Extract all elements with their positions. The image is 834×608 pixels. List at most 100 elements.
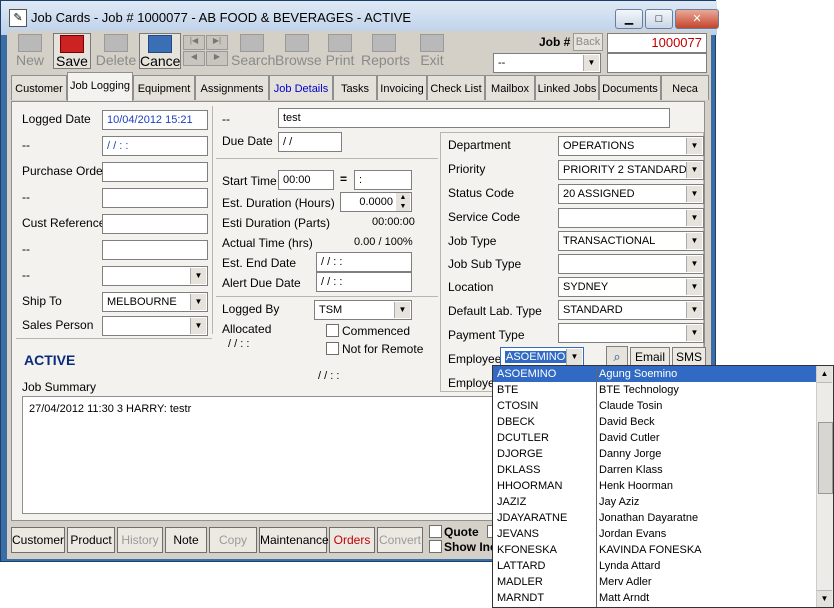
employee-option[interactable]: DKLASS Darren Klass — [493, 462, 817, 478]
close-button[interactable]: ✕ — [675, 9, 719, 29]
save-button[interactable]: Save — [53, 33, 91, 69]
employee-dropdown-list[interactable]: ASOEMINO Agung Soemino BTE BTE Technology CT… — [492, 365, 834, 608]
logged-date-label: Logged Date — [22, 112, 91, 126]
priority-select[interactable]: PRIORITY 2 STANDARD ▼ — [558, 160, 704, 180]
service-code-select[interactable]: ▼ — [558, 208, 704, 228]
previous-record-button[interactable]: ◀ — [183, 51, 205, 66]
undo-icon — [148, 35, 172, 53]
due-date-field[interactable]: / / — [278, 132, 342, 152]
customer-button[interactable]: Customer — [11, 527, 65, 553]
stepper-arrows-icon[interactable]: ▲ ▼ — [396, 193, 410, 211]
dash3-field[interactable] — [102, 240, 208, 260]
tab-job-details[interactable]: Job Details — [269, 75, 333, 100]
employee-option[interactable]: MARNDT Matt Arndt — [493, 590, 817, 606]
commenced-checkbox[interactable] — [326, 324, 339, 337]
employee-option[interactable]: JAZIZ Jay Aziz — [493, 494, 817, 510]
employee-option[interactable]: DCUTLER David Cutler — [493, 430, 817, 446]
dash4-select[interactable]: ▼ — [102, 266, 208, 286]
employee-option[interactable]: LATTARD Lynda Attard — [493, 558, 817, 574]
tab-mailbox[interactable]: Mailbox — [485, 75, 535, 100]
chevron-down-icon: ▼ — [686, 138, 702, 154]
employee-option[interactable]: CTOSIN Claude Tosin — [493, 398, 817, 414]
chevron-down-icon: ▼ — [190, 318, 206, 334]
product-button[interactable]: Product — [67, 527, 115, 553]
tab-invoicing[interactable]: Invoicing — [377, 75, 427, 100]
tab-equipment[interactable]: Equipment — [133, 75, 195, 100]
job-sub-type-select[interactable]: ▼ — [558, 254, 704, 274]
cancel-button[interactable]: Cance — [139, 33, 181, 69]
convert-button[interactable]: Convert — [377, 527, 423, 553]
employee-name: Agung Soemino — [599, 368, 678, 380]
note-button[interactable]: Note — [165, 527, 207, 553]
start-time-right-field[interactable]: : — [354, 170, 412, 190]
start-time-field[interactable]: 00:00 — [278, 170, 334, 190]
scroll-down-icon[interactable]: ▼ — [817, 590, 832, 607]
employee-code: LATTARD — [497, 560, 546, 572]
est-end-date-field[interactable]: / / : : — [316, 252, 412, 272]
job-number-field[interactable]: 1000077 — [607, 33, 707, 53]
status-code-select[interactable]: 20 ASSIGNED ▼ — [558, 184, 704, 204]
department-select[interactable]: OPERATIONS ▼ — [558, 136, 704, 156]
purchase-order-field[interactable] — [102, 162, 208, 182]
maximize-button[interactable]: □ — [645, 9, 673, 29]
sales-person-select[interactable]: ▼ — [102, 316, 208, 336]
default-lab-type-select[interactable]: STANDARD ▼ — [558, 300, 704, 320]
tab-documents[interactable]: Documents — [599, 75, 661, 100]
employee-option[interactable]: DBECK David Beck — [493, 414, 817, 430]
search-button[interactable]: Search — [231, 33, 275, 68]
employee-option[interactable]: MADLER Merv Adler — [493, 574, 817, 590]
employee-option[interactable]: JEVANS Jordan Evans — [493, 526, 817, 542]
dash2-field[interactable] — [102, 188, 208, 208]
dash1-field[interactable]: / / : : — [102, 136, 208, 156]
job-description-field[interactable]: test — [278, 108, 670, 128]
column-separator — [596, 366, 597, 607]
tab-neca[interactable]: Neca — [661, 75, 709, 100]
cust-reference-field[interactable] — [102, 214, 208, 234]
scrollbar-thumb[interactable] — [818, 422, 833, 494]
quote-checkbox[interactable] — [429, 525, 442, 538]
last-record-button[interactable]: ▶| — [206, 35, 228, 50]
tab-customer[interactable]: Customer — [11, 75, 67, 100]
tab-linked-jobs[interactable]: Linked Jobs — [535, 75, 599, 100]
print-button[interactable]: Print — [321, 33, 359, 68]
employee-option[interactable]: DJORGE Danny Jorge — [493, 446, 817, 462]
tab-tasks[interactable]: Tasks — [333, 75, 377, 100]
employee-option[interactable]: JDAYARATNE Jonathan Dayaratne — [493, 510, 817, 526]
job-filter-select[interactable]: -- ▼ — [493, 53, 601, 73]
est-end-date-label: Est. End Date — [222, 256, 297, 270]
job-summary-textarea[interactable]: 27/04/2012 11:30 3 HARRY: testr — [22, 396, 500, 514]
exit-button[interactable]: Exit — [417, 33, 447, 68]
browse-button[interactable]: Browse — [275, 33, 322, 68]
logged-date-field[interactable]: 10/04/2012 15:21 — [102, 110, 208, 130]
job-type-select[interactable]: TRANSACTIONAL ▼ — [558, 231, 704, 251]
employee-option[interactable]: ASOEMINO Agung Soemino — [493, 366, 817, 382]
first-record-button[interactable]: |◀ — [183, 35, 205, 50]
employee-option[interactable]: KFONESKA KAVINDA FONESKA — [493, 542, 817, 558]
new-button[interactable]: New — [11, 33, 49, 68]
employee-select[interactable]: ASOEMINO ▼ — [500, 347, 584, 367]
employee-option[interactable]: HHOORMAN Henk Hoorman — [493, 478, 817, 494]
history-button[interactable]: History — [117, 527, 163, 553]
location-select[interactable]: SYDNEY ▼ — [558, 277, 704, 297]
alert-due-date-field[interactable]: / / : : — [316, 272, 412, 292]
reports-button[interactable]: Reports — [361, 33, 410, 68]
tab-check-list[interactable]: Check List — [427, 75, 485, 100]
payment-type-select[interactable]: ▼ — [558, 323, 704, 343]
minimize-button[interactable]: ▁ — [615, 9, 643, 29]
employee-option[interactable]: BTE BTE Technology — [493, 382, 817, 398]
copy-button[interactable]: Copy — [209, 527, 257, 553]
next-record-button[interactable]: ▶ — [206, 51, 228, 66]
vertical-scrollbar[interactable]: ▲ ▼ — [816, 366, 833, 607]
maintenance-button[interactable]: Maintenance — [259, 527, 329, 553]
back-button[interactable]: Back — [573, 33, 603, 51]
job-aux-field[interactable] — [607, 53, 707, 73]
orders-button[interactable]: Orders — [329, 527, 375, 553]
show-inc-checkbox[interactable] — [429, 540, 442, 553]
tab-job-logging[interactable]: Job Logging — [67, 72, 133, 101]
delete-button[interactable]: Delete — [95, 33, 137, 68]
ship-to-select[interactable]: MELBOURNE ▼ — [102, 292, 208, 312]
tab-assignments[interactable]: Assignments — [195, 75, 269, 100]
scroll-up-icon[interactable]: ▲ — [817, 366, 832, 383]
not-for-remote-checkbox[interactable] — [326, 342, 339, 355]
logged-by-select[interactable]: TSM ▼ — [314, 300, 412, 320]
